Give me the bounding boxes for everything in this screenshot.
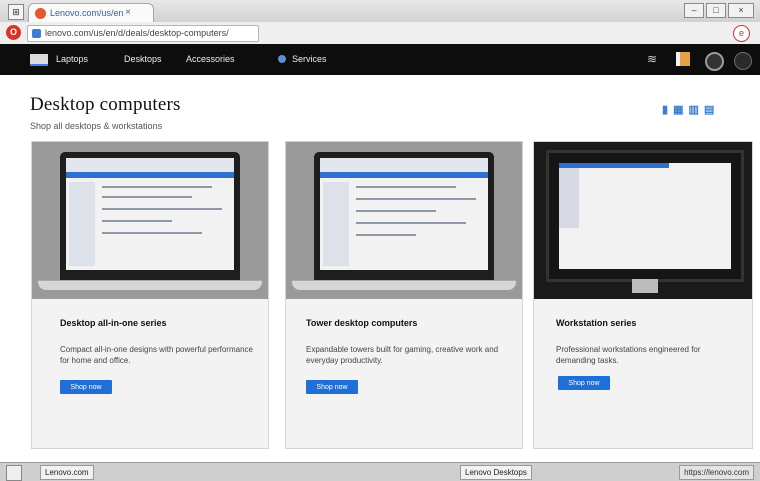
nav-item-laptops[interactable]: Laptops	[56, 54, 88, 64]
product-image	[534, 142, 752, 299]
page-subtitle: Shop all desktops & workstations	[30, 121, 163, 131]
browser-tab-strip: ⊞ Lenovo.com/us/en × – □ ×	[0, 0, 760, 23]
product-image	[32, 142, 268, 299]
lock-icon	[32, 29, 41, 38]
site-navigation: Laptops Desktops Accessories Services ≋	[0, 44, 760, 75]
shop-now-button[interactable]: Shop now	[558, 376, 610, 390]
extension-icon[interactable]: e	[733, 25, 750, 42]
nav-item-desktops[interactable]: Desktops	[124, 54, 162, 64]
close-window-button[interactable]: ×	[728, 3, 754, 18]
services-icon	[278, 55, 286, 63]
site-favicon-icon	[35, 8, 46, 19]
monitor-illustration	[546, 150, 744, 282]
product-card-3[interactable]: Workstation series Professional workstat…	[533, 141, 753, 449]
page-title: Desktop computers	[30, 94, 181, 115]
shop-now-button[interactable]: Shop now	[60, 380, 112, 394]
card-description: Professional workstations engineered for…	[556, 345, 701, 365]
wifi-icon[interactable]: ≋	[647, 52, 657, 66]
cart-icon[interactable]	[734, 52, 752, 70]
account-icon[interactable]	[705, 52, 724, 71]
card-description: Expandable towers built for gaming, crea…	[306, 345, 499, 365]
card-description: Compact all-in-one designs with powerful…	[60, 345, 253, 365]
product-image	[286, 142, 522, 299]
view-toggle-icons[interactable]: ▮ ▦ ▥ ▤	[662, 103, 715, 116]
taskbar-active-item[interactable]: Lenovo Desktops	[460, 465, 532, 480]
card-title: Tower desktop computers	[306, 318, 418, 328]
shop-now-button[interactable]: Shop now	[306, 380, 358, 394]
product-card-2[interactable]: Tower desktop computers Expandable tower…	[285, 141, 523, 449]
address-bar[interactable]: lenovo.com/us/en/d/deals/desktop-compute…	[27, 25, 259, 42]
laptop-illustration	[314, 152, 494, 280]
site-logo[interactable]	[30, 54, 48, 66]
browser-menu-icon[interactable]: O	[6, 25, 21, 40]
minimize-button[interactable]: –	[684, 3, 704, 18]
tab-title: Lenovo.com/us/en	[50, 8, 124, 18]
tab-close-icon[interactable]: ×	[125, 7, 131, 18]
laptop-illustration	[60, 152, 240, 280]
nav-item-services[interactable]: Services	[292, 54, 327, 64]
window-menu-icon[interactable]: ⊞	[8, 4, 24, 20]
url-text: lenovo.com/us/en/d/deals/desktop-compute…	[45, 28, 229, 38]
start-button[interactable]	[6, 465, 22, 481]
taskbar-tray: https://lenovo.com	[679, 465, 754, 480]
taskbar-window-item[interactable]: Lenovo.com	[40, 465, 94, 480]
taskbar: Lenovo.com Lenovo Desktops https://lenov…	[0, 462, 760, 481]
card-title: Desktop all-in-one series	[60, 318, 167, 328]
maximize-button[interactable]: □	[706, 3, 726, 18]
browser-tab[interactable]: Lenovo.com/us/en ×	[28, 3, 154, 23]
bookmark-icon[interactable]	[676, 52, 690, 66]
card-title: Workstation series	[556, 318, 637, 328]
product-card-1[interactable]: Desktop all-in-one series Compact all-in…	[31, 141, 269, 449]
address-bar-row: O lenovo.com/us/en/d/deals/desktop-compu…	[0, 22, 760, 45]
nav-item-accessories[interactable]: Accessories	[186, 54, 235, 64]
